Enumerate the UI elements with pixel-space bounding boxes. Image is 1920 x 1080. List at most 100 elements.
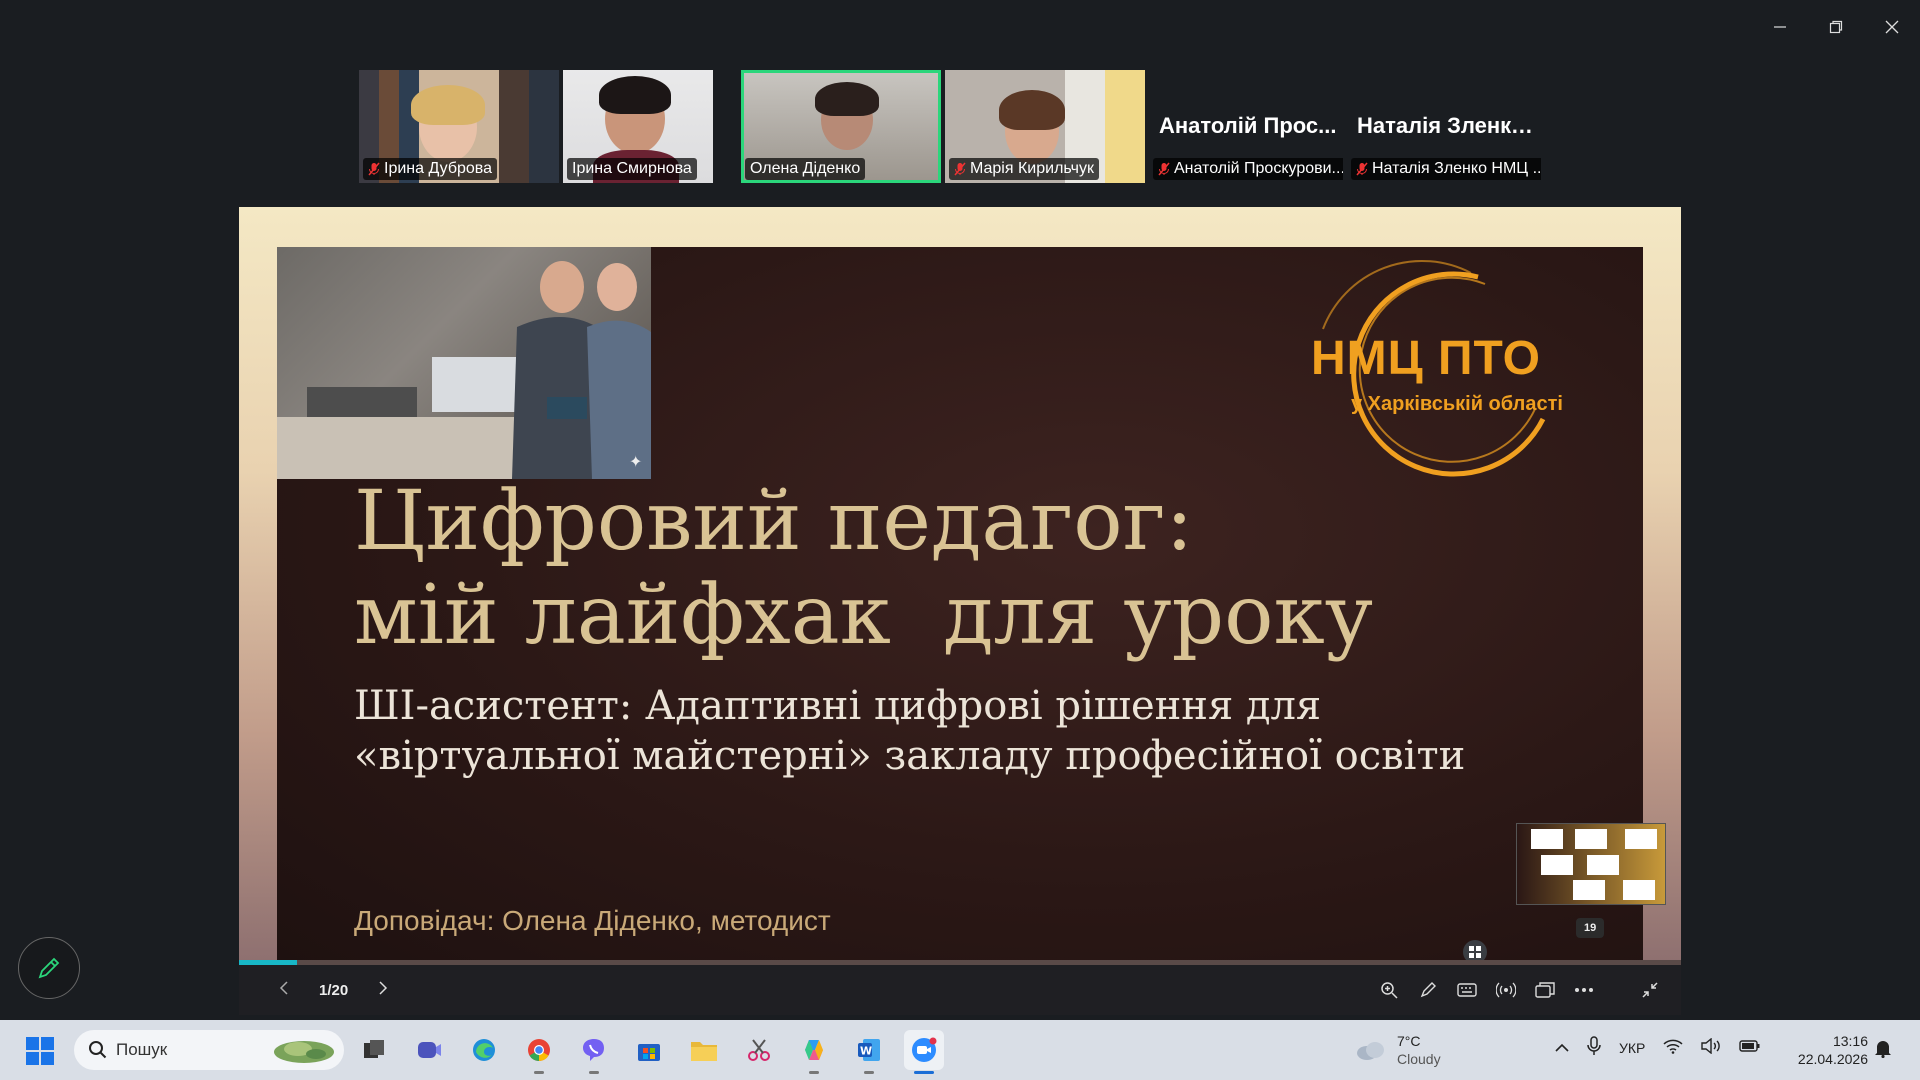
chevron-up-icon bbox=[1555, 1043, 1569, 1052]
thumbnail-card bbox=[1573, 880, 1605, 900]
zoom-in-button[interactable] bbox=[1378, 979, 1400, 1001]
presentation-tools bbox=[1378, 965, 1661, 1015]
slide-subtitle: ШІ-асистент: Адаптивні цифрові рішення д… bbox=[354, 681, 1465, 781]
restore-button[interactable] bbox=[1808, 0, 1864, 54]
grid-icon bbox=[1469, 946, 1481, 958]
notifications-button[interactable] bbox=[1874, 1038, 1892, 1063]
next-slide-button[interactable] bbox=[378, 981, 388, 999]
teams-app[interactable] bbox=[409, 1030, 449, 1070]
participant-tile[interactable]: Анатолій Прос... Анатолій Проскурови... bbox=[1149, 70, 1343, 183]
keyboard-button[interactable] bbox=[1456, 979, 1478, 1001]
participant-tile[interactable]: Ірина Дуброва bbox=[359, 70, 559, 183]
start-button[interactable] bbox=[26, 1037, 54, 1070]
slide-speaker: Доповідач: Олена Діденко, методист bbox=[354, 905, 831, 936]
zoom-icon bbox=[912, 1037, 937, 1062]
clock-date: 22.04.2026 bbox=[1797, 1051, 1868, 1067]
viber-icon bbox=[583, 1039, 604, 1061]
participant-hair bbox=[815, 82, 879, 116]
file-explorer-app[interactable] bbox=[684, 1030, 724, 1070]
wifi-tray-button[interactable] bbox=[1663, 1038, 1683, 1057]
pencil-icon bbox=[38, 957, 60, 979]
slide-subtitle-line: ШІ-асистент: Адаптивні цифрові рішення д… bbox=[354, 683, 1322, 729]
close-window-button[interactable] bbox=[1864, 0, 1920, 54]
store-app[interactable] bbox=[629, 1030, 669, 1070]
strip-gap bbox=[717, 70, 737, 183]
more-options-button[interactable] bbox=[1573, 979, 1595, 1001]
volume-tray-button[interactable] bbox=[1701, 1037, 1721, 1057]
participant-display-name: Анатолій Прос... bbox=[1159, 113, 1337, 138]
logo-sub-text: у Харківській області bbox=[1351, 393, 1563, 415]
participant-display-name: Наталія Зленко... bbox=[1357, 113, 1541, 138]
task-view-app[interactable] bbox=[354, 1030, 394, 1070]
snipping-tool-app[interactable] bbox=[739, 1030, 779, 1070]
participant-hair bbox=[411, 85, 485, 125]
minimize-button[interactable] bbox=[1752, 0, 1808, 54]
pen-tool-button[interactable] bbox=[1417, 979, 1439, 1001]
slide-title-line: мій лайфхак для уроку bbox=[354, 568, 1374, 663]
edge-app[interactable] bbox=[464, 1030, 504, 1070]
floating-annotate-button[interactable] bbox=[18, 937, 80, 999]
video-chat-icon bbox=[418, 1042, 441, 1058]
store-icon bbox=[638, 1044, 660, 1061]
zoom-in-icon bbox=[1381, 982, 1398, 999]
participant-name-label: Анатолій Проскурови... bbox=[1153, 158, 1343, 180]
thumbnail-card bbox=[1531, 829, 1563, 849]
shared-screen: ✦ НМЦ ПТО у Харківській області Цифровий… bbox=[239, 207, 1681, 962]
show-hidden-icons-button[interactable] bbox=[1555, 1040, 1569, 1056]
participant-tile[interactable]: Наталія Зленко... Наталія Зленко НМЦ ... bbox=[1347, 70, 1541, 183]
zoom-app[interactable] bbox=[904, 1030, 944, 1074]
taskbar-clock[interactable]: 13:16 22.04.2026 bbox=[1790, 1032, 1868, 1068]
chrome-app[interactable] bbox=[519, 1030, 559, 1074]
weather-temperature: 7°C bbox=[1397, 1033, 1421, 1049]
participant-name-label: Олена Діденко bbox=[745, 158, 866, 180]
thumbnail-count-badge: 19 bbox=[1576, 918, 1605, 938]
muted-mic-icon bbox=[954, 162, 966, 176]
weather-widget[interactable]: 7°C Cloudy bbox=[1355, 1032, 1441, 1068]
running-indicator bbox=[914, 1071, 934, 1074]
thumbnail-card bbox=[1625, 829, 1657, 849]
battery-tray-button[interactable] bbox=[1739, 1039, 1761, 1056]
weather-description: Cloudy bbox=[1397, 1051, 1441, 1067]
thumbnail-card bbox=[1587, 855, 1619, 875]
collapse-icon bbox=[1642, 982, 1658, 998]
taskbar-apps: W bbox=[354, 1030, 944, 1074]
bell-icon bbox=[1875, 1041, 1891, 1059]
system-tray: УКР bbox=[1555, 1036, 1761, 1059]
task-view-icon bbox=[364, 1040, 384, 1058]
participant-tile[interactable]: Марія Кирильчук bbox=[945, 70, 1145, 183]
broadcast-button[interactable] bbox=[1495, 979, 1517, 1001]
window-view-button[interactable] bbox=[1534, 979, 1556, 1001]
running-indicator bbox=[534, 1071, 544, 1074]
edge-browser-icon bbox=[473, 1039, 495, 1061]
clock-time: 13:16 bbox=[1832, 1033, 1868, 1049]
language-indicator[interactable]: УКР bbox=[1619, 1040, 1645, 1056]
running-indicator bbox=[864, 1071, 874, 1074]
participant-name-label: Ірина Дуброва bbox=[363, 158, 498, 180]
participant-tile[interactable]: Ірина Смирнова bbox=[563, 70, 713, 183]
previous-slide-button[interactable] bbox=[279, 981, 289, 999]
slide-subtitle-line: «віртуальної майстерні» закладу професій… bbox=[354, 733, 1466, 779]
word-app[interactable]: W bbox=[849, 1030, 889, 1074]
windows-taskbar: Пошук W 7°C Cloudy УКР 13:16 22.04.2026 bbox=[0, 1020, 1920, 1080]
window-icon bbox=[1535, 982, 1555, 998]
copilot-app[interactable] bbox=[794, 1030, 834, 1074]
running-indicator bbox=[809, 1071, 819, 1074]
slide-title: Цифровий педагог: мій лайфхак для уроку bbox=[354, 475, 1373, 663]
svg-text:W: W bbox=[860, 1045, 872, 1058]
slide-page-indicator: 1/20 bbox=[319, 981, 349, 999]
exit-fullscreen-button[interactable] bbox=[1639, 979, 1661, 1001]
taskbar-search-box[interactable]: Пошук bbox=[74, 1030, 344, 1070]
participant-hair bbox=[999, 90, 1065, 130]
battery-icon bbox=[1739, 1040, 1760, 1052]
participant-tile-active-speaker[interactable]: Олена Діденко bbox=[741, 70, 941, 183]
logo-main-text: НМЦ ПТО bbox=[1311, 332, 1542, 385]
search-highlight-image bbox=[274, 1041, 334, 1063]
viber-app[interactable] bbox=[574, 1030, 614, 1074]
microphone-icon bbox=[1587, 1036, 1601, 1055]
microphone-tray-button[interactable] bbox=[1587, 1036, 1601, 1059]
slide-navigation: 1/20 bbox=[279, 965, 388, 1015]
pen-icon bbox=[1420, 982, 1436, 998]
slide-thumbnail-preview[interactable] bbox=[1516, 823, 1666, 905]
presentation-control-bar: 1/20 bbox=[239, 965, 1681, 1015]
presentation-slide: ✦ НМЦ ПТО у Харківській області Цифровий… bbox=[277, 247, 1643, 962]
